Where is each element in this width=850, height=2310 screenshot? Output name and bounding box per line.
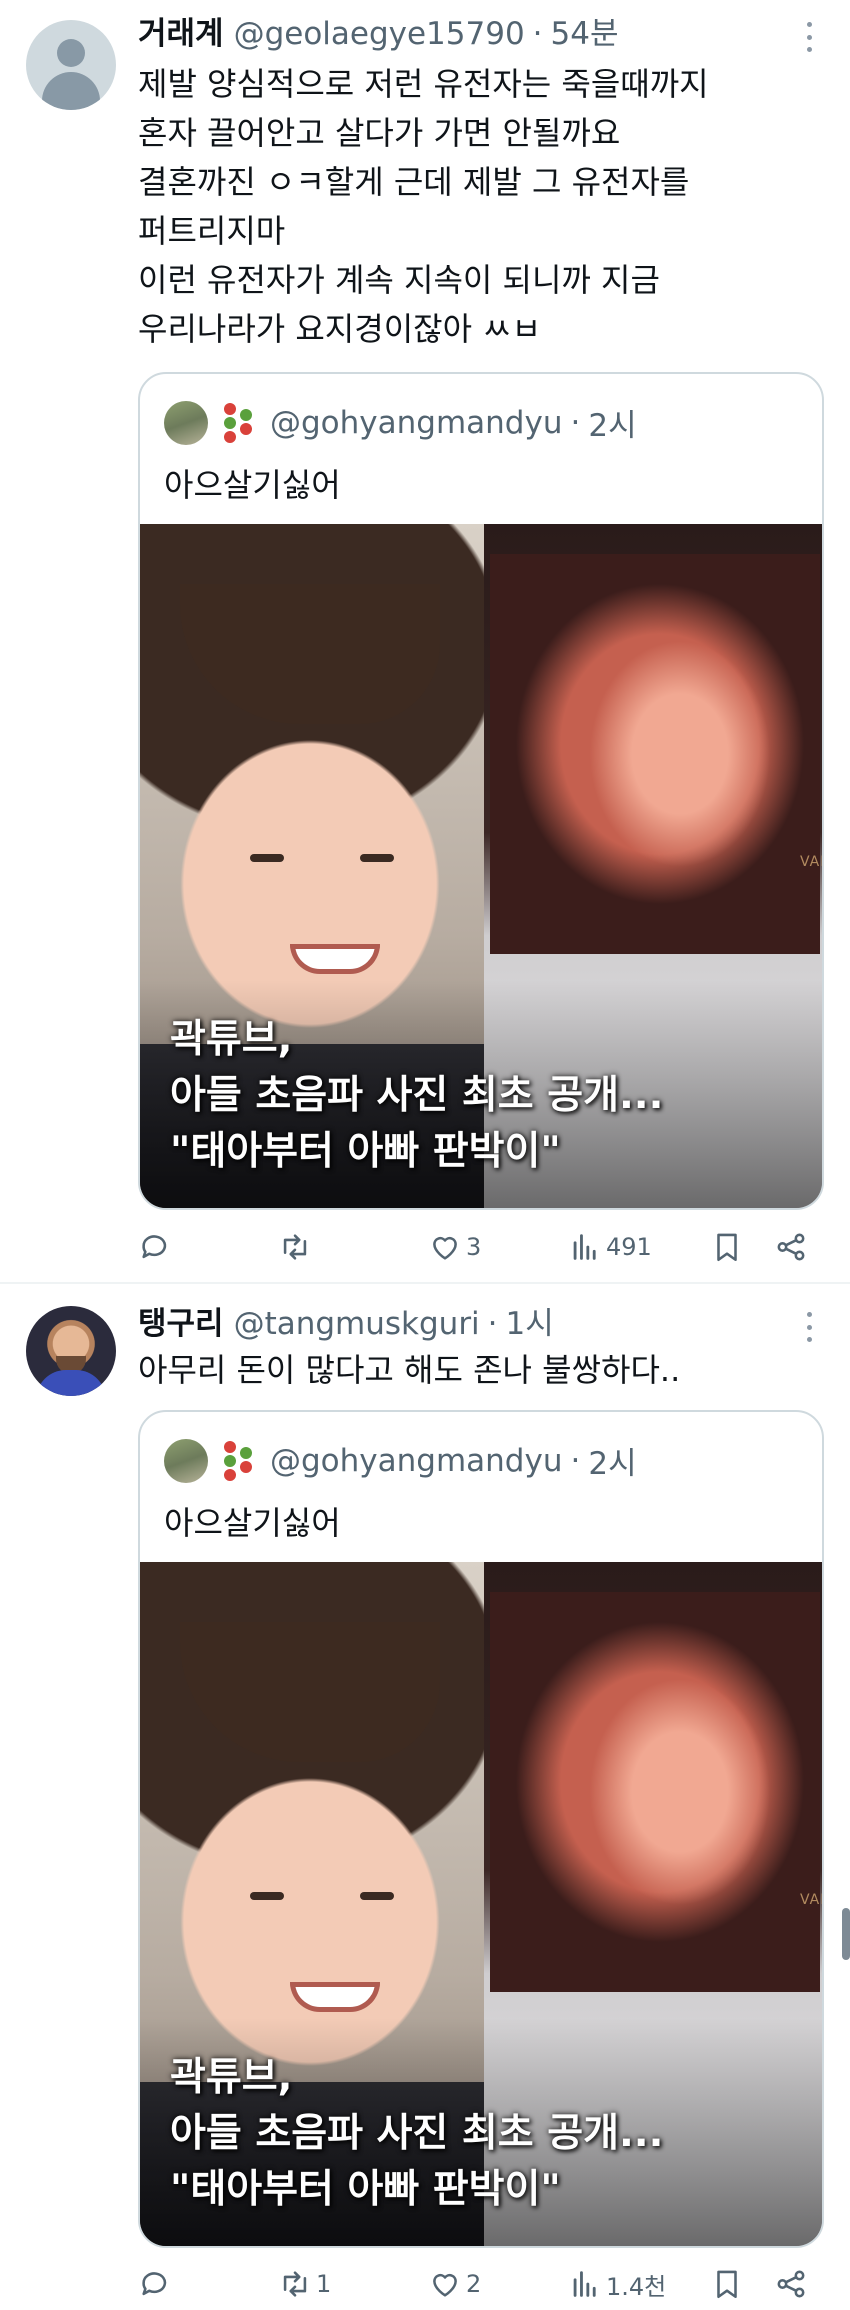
retweet-arrows-icon (283, 1234, 307, 1260)
like-count: 2 (466, 2270, 482, 2298)
views-count: 491 (606, 1233, 652, 1261)
quoted-media-image[interactable]: VALU 곽튜브, 아들 초음파 사진 최초 공개... "태아부터 아빠 판박… (140, 1562, 822, 2246)
caption-line: 곽튜브, (170, 1017, 293, 1062)
tweet-text: 제발 양심적으로 저런 유전자는 죽을때까지 혼자 끌어안고 살다가 가면 안될… (138, 60, 709, 354)
avatar-shirt (36, 1370, 106, 1396)
tweet-text-line: 퍼트리지마 (138, 212, 286, 250)
media-caption: 곽튜브, 아들 초음파 사진 최초 공개... "태아부터 아빠 판박이" (170, 1012, 663, 1180)
tweet-actions: 1 2 1.4천 (138, 2262, 818, 2306)
dna-emoji-icon (220, 1439, 256, 1483)
like-count: 3 (466, 1233, 482, 1261)
tweet-text-line: 혼자 끌어안고 살다가 가면 안될까요 (138, 114, 621, 152)
quoted-user-avatar (164, 1438, 208, 1483)
caption-line: 아들 초음파 사진 최초 공개... (170, 2111, 664, 2156)
like-button[interactable]: 3 (428, 1225, 481, 1269)
tweet-text: 아무리 돈이 많다고 해도 존나 불쌍하다.. (138, 1346, 680, 1395)
tweet-text-line: 우리나라가 요지경이잖아 ㅆㅂ (138, 310, 542, 348)
views-button[interactable]: 491 (568, 1225, 652, 1269)
tweet-actions: 3 491 (138, 1225, 818, 1269)
bookmark-button[interactable] (710, 2262, 744, 2306)
quoted-tweet-header: @gohyangmandyu · 2시 (164, 400, 637, 445)
tweet-text-line: 제발 양심적으로 저런 유전자는 죽을때까지 (138, 65, 709, 103)
display-name[interactable]: 거래계 (138, 8, 224, 53)
bar-chart-icon (573, 2271, 596, 2297)
quoted-tweet[interactable]: @gohyangmandyu · 2시 아으살기싫어 VALU 곽튜브, 아들 … (138, 1410, 824, 2248)
bar-chart-icon (573, 1234, 596, 1260)
separator-dot: · (487, 1306, 498, 1342)
caption-line: "태아부터 아빠 판박이" (170, 1129, 561, 1174)
quoted-tweet-text: 아으살기싫어 (164, 466, 341, 504)
tweet-text-line: 이런 유전자가 계속 지속이 되니까 지금 (138, 261, 660, 299)
speech-bubble-icon (142, 1235, 167, 1259)
tweet-text-line: 결혼까진 ㅇㅋ할게 근데 제발 그 유전자를 (138, 163, 690, 201)
quoted-tweet-header: @gohyangmandyu · 2시 (164, 1438, 637, 1483)
tweet[interactable]: 거래계 @geolaegye15790 · 54분 제발 양심적으로 저런 유전… (0, 0, 850, 1284)
bookmark-icon (717, 2270, 737, 2299)
timestamp[interactable]: 54분 (551, 8, 619, 53)
user-handle[interactable]: @geolaegye15790 (234, 16, 525, 52)
caption-line: "태아부터 아빠 판박이" (170, 2167, 561, 2212)
default-avatar-head (57, 39, 85, 67)
retweet-button[interactable]: 1 (278, 2262, 331, 2306)
share-icon (777, 2270, 805, 2298)
retweet-button[interactable] (278, 1225, 316, 1269)
heart-icon (433, 1236, 457, 1260)
share-button[interactable] (774, 1225, 808, 1269)
more-dots-icon[interactable] (804, 1312, 814, 1342)
default-avatar-body (42, 72, 100, 110)
quoted-timestamp: 2시 (588, 1446, 637, 1482)
tweet-header: 거래계 @geolaegye15790 · 54분 (138, 8, 619, 52)
caption-line: 아들 초음파 사진 최초 공개... (170, 1073, 664, 1118)
tweet[interactable]: 탱구리 @tangmuskguri · 1시 아무리 돈이 많다고 해도 존나 … (0, 1284, 850, 2310)
separator-dot: · (570, 1442, 581, 1479)
retweet-arrows-icon (283, 2271, 307, 2297)
media-watermark: VALU (800, 1892, 822, 1908)
views-button[interactable]: 1.4천 (568, 2262, 666, 2306)
heart-icon (433, 2273, 457, 2297)
caption-line: 곽튜브, (170, 2055, 293, 2100)
reply-button[interactable] (138, 1225, 176, 1269)
user-handle[interactable]: @tangmuskguri (234, 1306, 480, 1342)
scrollbar-thumb[interactable] (842, 1908, 850, 1960)
tweet-text-line: 아무리 돈이 많다고 해도 존나 불쌍하다.. (138, 1351, 681, 1389)
speech-bubble-icon (142, 2272, 167, 2296)
media-caption: 곽튜브, 아들 초음파 사진 최초 공개... "태아부터 아빠 판박이" (170, 2050, 663, 2218)
share-icon (777, 1233, 805, 1261)
share-button[interactable] (774, 2262, 808, 2306)
quoted-media-image[interactable]: VALU 곽튜브, 아들 초음파 사진 최초 공개... "태아부터 아빠 판박… (140, 524, 822, 1208)
bookmark-icon (717, 1233, 737, 1262)
separator-dot: · (532, 16, 543, 52)
display-name[interactable]: 탱구리 (138, 1298, 224, 1343)
media-watermark: VALU (800, 854, 822, 870)
quoted-user-handle: @gohyangmandyu (270, 1442, 563, 1479)
retweet-count: 1 (316, 2270, 332, 2298)
quoted-tweet[interactable]: @gohyangmandyu · 2시 아으살기싫어 VALU 곽튜브, 아들 … (138, 372, 824, 1210)
separator-dot: · (570, 404, 581, 441)
quoted-tweet-text: 아으살기싫어 (164, 1504, 341, 1542)
quoted-user-avatar (164, 400, 208, 445)
like-button[interactable]: 2 (428, 2262, 481, 2306)
bookmark-button[interactable] (710, 1225, 744, 1269)
quoted-timestamp: 2시 (588, 408, 637, 444)
quoted-user-handle: @gohyangmandyu (270, 404, 563, 441)
tweet-header: 탱구리 @tangmuskguri · 1시 (138, 1298, 554, 1342)
reply-button[interactable] (138, 2262, 176, 2306)
dna-emoji-icon (220, 401, 256, 445)
views-count: 1.4천 (606, 2272, 667, 2301)
user-avatar[interactable] (26, 1306, 116, 1396)
more-dots-icon[interactable] (804, 22, 814, 52)
timestamp[interactable]: 1시 (506, 1298, 554, 1343)
user-avatar[interactable] (26, 20, 116, 110)
